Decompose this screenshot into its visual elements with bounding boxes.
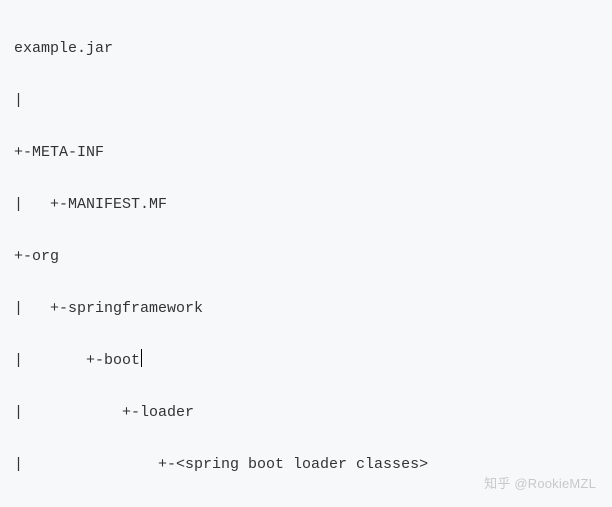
code-line: +-META-INF (14, 140, 598, 166)
code-line: | +-MANIFEST.MF (14, 192, 598, 218)
code-line: | (14, 88, 598, 114)
code-line: | +-loader (14, 400, 598, 426)
code-line: example.jar (14, 36, 598, 62)
code-line: | +-springframework (14, 296, 598, 322)
code-line: | +-boot (14, 348, 598, 374)
text-cursor (141, 349, 142, 367)
code-block: example.jar | +-META-INF | +-MANIFEST.MF… (0, 0, 612, 507)
code-line: +-org (14, 244, 598, 270)
code-text: | +-boot (14, 352, 140, 369)
code-line: | +-<spring boot loader classes> (14, 452, 598, 478)
